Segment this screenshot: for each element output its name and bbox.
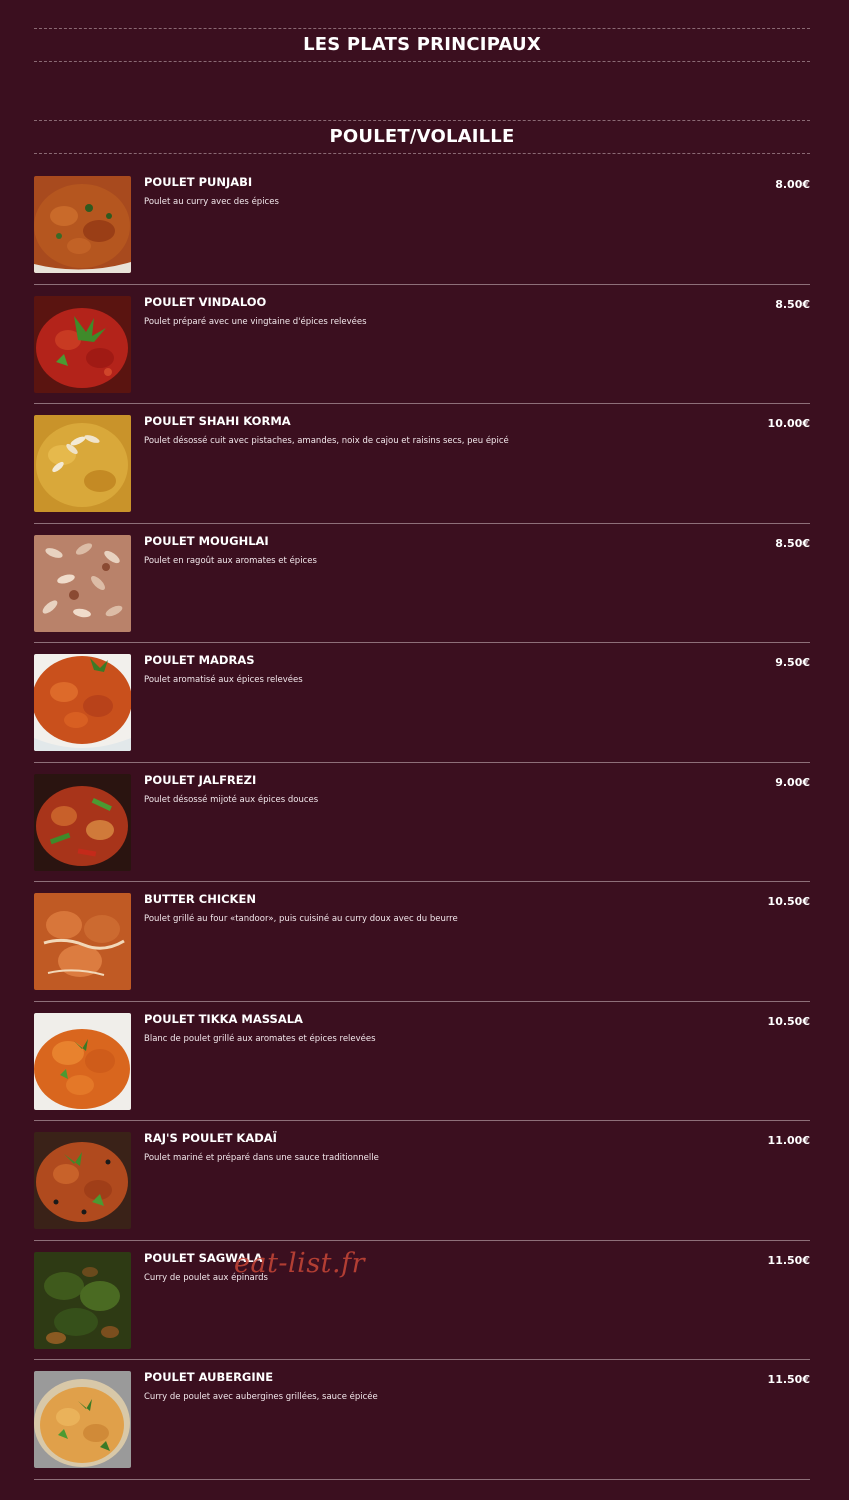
jalfrezi-curry-photo [34,773,131,871]
butter-chicken-photo [34,893,131,990]
menu-item-poulet-jalfrezi: POULET JALFREZI Poulet désossé mijoté au… [34,763,810,882]
korma-curry-photo [34,415,131,512]
aubergine-curry-photo [34,1371,131,1468]
dish-name: POULET VINDALOO [144,294,267,309]
section-title: LES PLATS PRINCIPAUX [34,28,810,62]
category-title: POULET/VOLAILLE [34,120,810,154]
menu-item-poulet-aubergine: POULET AUBERGINE Curry de poulet avec au… [34,1360,810,1480]
dish-description: Curry de poulet aux épinards [144,1272,268,1283]
dish-price: 9.00€ [775,775,810,789]
dish-price: 9.50€ [775,656,810,669]
menu-item-rajs-poulet-kadai: RAJ'S POULET KADAÏ Poulet mariné et prép… [34,1121,810,1241]
dish-price: 8.50€ [775,297,810,311]
dish-price: 11.00€ [767,1134,810,1147]
madras-curry-photo [34,654,131,751]
menu-item-poulet-shahi-korma: POULET SHAHI KORMA Poulet désossé cuit a… [34,404,810,524]
dish-price: 8.50€ [775,536,810,550]
dish-description: Curry de poulet avec aubergines grillées… [144,1392,378,1402]
dish-name: POULET SHAHI KORMA [144,414,291,428]
dish-price: 11.50€ [767,1373,810,1386]
vindaloo-curry-photo [34,295,131,393]
kadai-curry-photo [34,1132,131,1229]
sagwala-curry-photo [34,1251,131,1349]
tikka-massala-photo [34,1012,131,1110]
dish-price: 10.50€ [767,895,810,908]
dish-description: Poulet désossé cuit avec pistaches, aman… [144,436,509,446]
menu-item-poulet-punjabi: POULET PUNJABI Poulet au curry avec des … [34,165,810,285]
dish-name: POULET AUBERGINE [144,1370,274,1384]
menu-list: POULET PUNJABI Poulet au curry avec des … [34,165,810,1480]
moughlai-curry-photo [34,534,131,632]
punjabi-curry-photo [34,176,131,273]
dish-price: 11.50€ [767,1253,810,1267]
dish-description: Poulet au curry avec des épices [144,197,279,207]
menu-item-poulet-moughlai: POULET MOUGHLAI Poulet en ragoût aux aro… [34,524,810,643]
dish-price: 10.00€ [767,417,810,430]
dish-name: POULET MOUGHLAI [144,533,269,548]
dish-description: Blanc de poulet grillé aux aromates et é… [144,1033,376,1044]
dish-name: POULET TIKKA MASSALA [144,1011,303,1026]
dish-name: POULET PUNJABI [144,175,253,189]
dish-name: POULET SAGWALA [144,1250,263,1265]
dish-name: BUTTER CHICKEN [144,892,256,906]
menu-item-butter-chicken: BUTTER CHICKEN Poulet grillé au four «ta… [34,882,810,1002]
dish-name: POULET MADRAS [144,653,255,667]
dish-description: Poulet aromatisé aux épices relevées [144,675,303,685]
dish-name: POULET JALFREZI [144,772,257,787]
dish-description: Poulet préparé avec une vingtaine d'épic… [144,316,367,327]
dish-description: Poulet grillé au four «tandoor», puis cu… [144,914,458,924]
dish-description: Poulet en ragoût aux aromates et épices [144,555,317,566]
dish-name: RAJ'S POULET KADAÏ [144,1131,277,1145]
dish-price: 10.50€ [767,1014,810,1028]
dish-price: 8.00€ [775,178,810,191]
menu-item-poulet-vindaloo: POULET VINDALOO Poulet préparé avec une … [34,285,810,404]
menu-item-poulet-tikka-massala: POULET TIKKA MASSALA Blanc de poulet gri… [34,1002,810,1121]
dish-description: Poulet désossé mijoté aux épices douces [144,794,319,805]
menu-item-poulet-sagwala: POULET SAGWALA Curry de poulet aux épina… [34,1241,810,1360]
dish-description: Poulet mariné et préparé dans une sauce … [144,1153,379,1163]
menu-item-poulet-madras: POULET MADRAS Poulet aromatisé aux épice… [34,643,810,763]
